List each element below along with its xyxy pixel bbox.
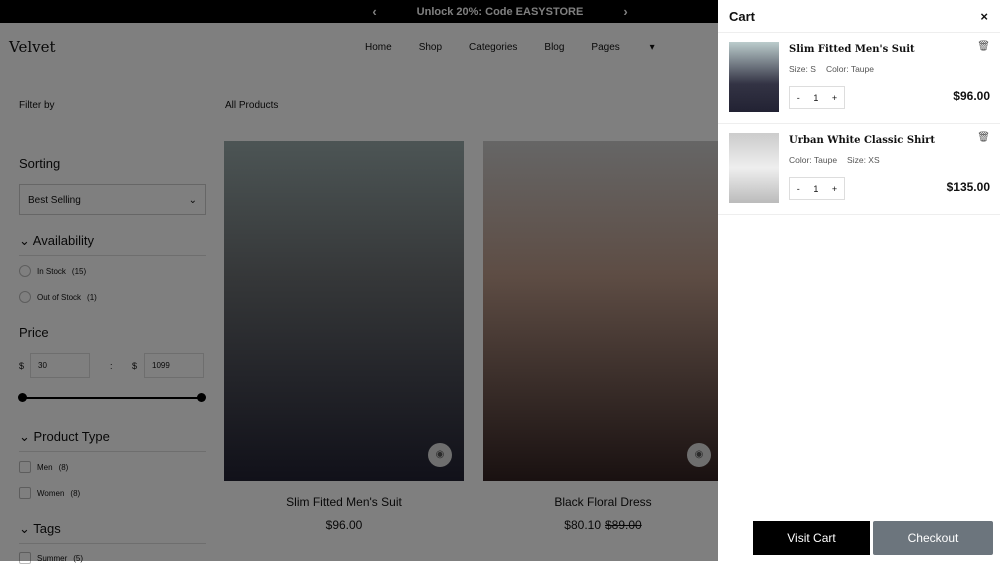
quantity-value[interactable]: 1 [813, 184, 818, 194]
increase-button[interactable]: + [832, 93, 837, 103]
trash-icon[interactable]: 🗑 [977, 41, 990, 52]
cart-item: Slim Fitted Men's Suit Size: S Color: Tau… [718, 33, 1000, 124]
item-price: $96.00 [953, 89, 990, 103]
close-icon[interactable]: × [980, 9, 988, 24]
cart-title: Cart [729, 8, 756, 24]
item-image [729, 42, 779, 112]
item-name[interactable]: Slim Fitted Men's Suit [789, 44, 915, 55]
modal-overlay[interactable] [0, 0, 718, 561]
cart-item: Urban White Classic Shirt Color: Taupe Si… [718, 124, 1000, 215]
item-meta: Color: Taupe [825, 64, 874, 74]
decrease-button[interactable]: - [797, 184, 800, 194]
quantity-stepper: - 1 + [789, 86, 845, 109]
checkout-button[interactable]: Checkout [873, 521, 993, 555]
decrease-button[interactable]: - [797, 93, 800, 103]
quantity-value[interactable]: 1 [813, 93, 818, 103]
item-meta: Size: XS [847, 155, 880, 165]
item-meta: Size: S [789, 64, 816, 74]
quantity-stepper: - 1 + [789, 177, 845, 200]
item-price: $135.00 [946, 180, 990, 194]
cart-drawer: Cart × Slim Fitted Men's Suit Size: S Colo… [718, 0, 1000, 561]
increase-button[interactable]: + [832, 184, 837, 194]
item-name[interactable]: Urban White Classic Shirt [789, 135, 935, 146]
trash-icon[interactable]: 🗑 [977, 132, 990, 143]
item-meta: Color: Taupe [789, 155, 838, 165]
item-image [729, 133, 779, 203]
visit-cart-button[interactable]: Visit Cart [753, 521, 870, 555]
